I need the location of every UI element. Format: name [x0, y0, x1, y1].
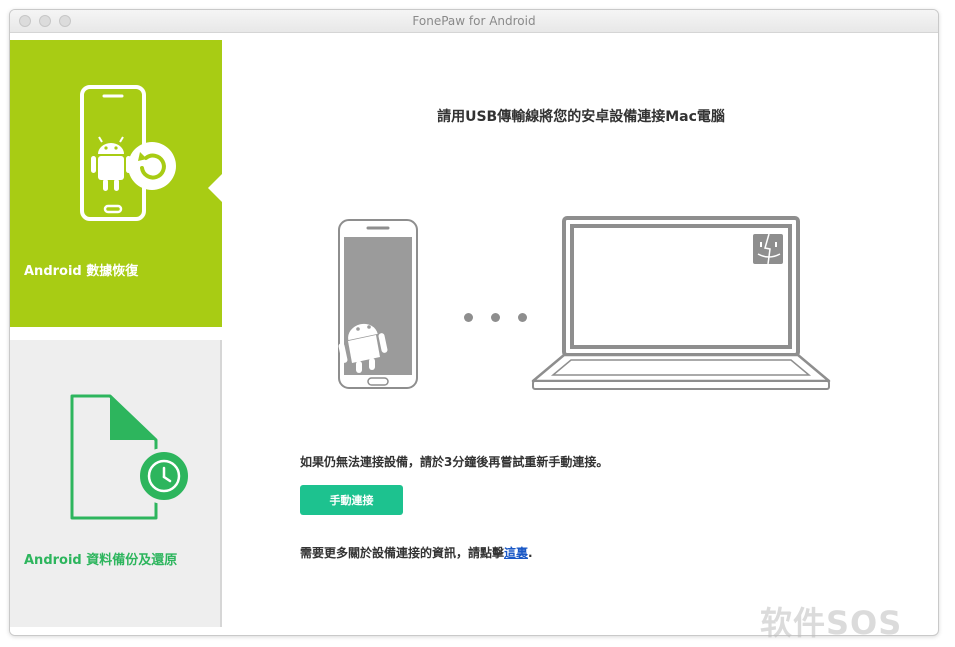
- more-info-text: 需要更多關於設備連接的資訊，請點擊這裏.: [300, 544, 533, 561]
- sidebar-item-label: Android 資料備份及還原: [24, 553, 178, 568]
- app-window: FonePaw for Android Android 數據恢復 Android…: [9, 9, 939, 636]
- dot: [464, 313, 473, 322]
- more-info-link[interactable]: 這裏: [504, 546, 528, 560]
- more-info-prefix: 需要更多關於設備連接的資訊，請點擊: [300, 546, 505, 560]
- sidebar-item-android-backup-restore[interactable]: Android 資料備份及還原: [10, 340, 222, 627]
- retry-hint: 如果仍無法連接設備，請於3分鐘後再嘗試重新手動連接。: [300, 455, 609, 469]
- sidebar: Android 數據恢復 Android 資料備份及還原: [10, 40, 222, 635]
- window-title: FonePaw for Android: [412, 14, 536, 28]
- android-phone-illustration: [338, 219, 418, 389]
- more-info-suffix: .: [528, 546, 533, 560]
- mac-laptop-illustration: [531, 216, 831, 390]
- connection-guide: 請用USB傳輸線將您的安卓設備連接Mac電腦 如果仍無法連接設備，請於3分鐘後再…: [222, 33, 938, 635]
- title-bar: FonePaw for Android: [10, 10, 938, 33]
- sidebar-item-android-data-recovery[interactable]: Android 數據恢復: [10, 40, 222, 327]
- android-phone-restore-icon: [80, 85, 176, 221]
- dot: [518, 313, 527, 322]
- sidebar-item-label: Android 數據恢復: [24, 264, 139, 279]
- file-backup-clock-icon: [70, 394, 192, 520]
- dot: [491, 313, 500, 322]
- watermark: 软件SOS: [760, 604, 903, 642]
- manual-connect-button[interactable]: 手動連接: [300, 485, 403, 515]
- active-indicator: [208, 174, 222, 202]
- connect-headline: 請用USB傳輸線將您的安卓設備連接Mac電腦: [437, 109, 725, 125]
